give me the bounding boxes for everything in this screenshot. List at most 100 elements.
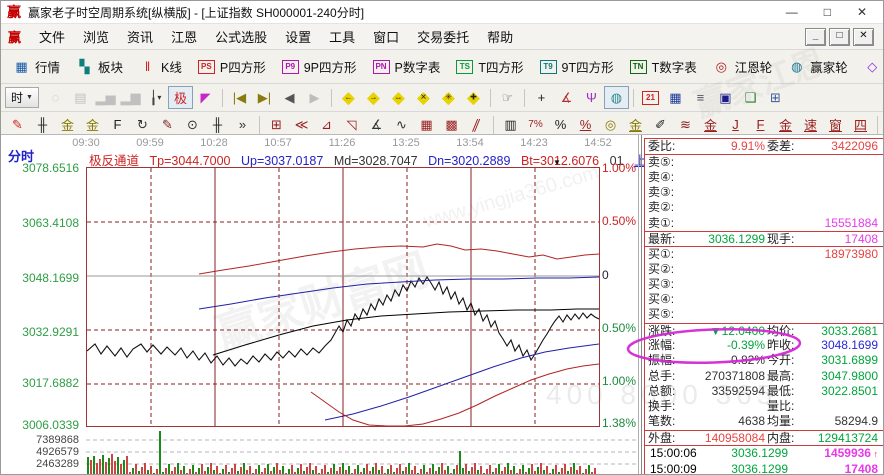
t-number-table-button[interactable]: TNT数字表 [622, 55, 705, 78]
red-grid-1[interactable]: ▦ [414, 113, 439, 136]
percent-line-tool[interactable]: % [573, 113, 598, 136]
gold-red-tool[interactable]: 金 [698, 113, 723, 136]
notes-button[interactable]: ≡ [688, 86, 713, 109]
brush-tool[interactable]: ✐ [648, 113, 673, 136]
menu-item-1[interactable]: 浏览 [74, 28, 118, 47]
gann-window-line[interactable]: 窗 [823, 113, 848, 136]
window-maximize-button[interactable]: □ [824, 2, 831, 22]
gold-circle-tool[interactable]: ◎ [598, 113, 623, 136]
grid-plain-tool[interactable]: ╫ [205, 113, 230, 136]
diamond-star-button[interactable]: ◆✳ [436, 86, 461, 109]
menu-item-9[interactable]: 帮助 [478, 28, 522, 47]
diamond-left-button[interactable]: ◆← [336, 86, 361, 109]
red-grid-1-icon: ▦ [420, 117, 432, 133]
pen-chart-tool[interactable]: ✎ [155, 113, 180, 136]
menu-item-5[interactable]: 设置 [276, 28, 320, 47]
print-button[interactable]: ⊞ [763, 86, 788, 109]
gann-f-line[interactable]: F [748, 113, 773, 136]
diamond-right-button[interactable]: ◆→ [361, 86, 386, 109]
candle-period-button[interactable]: ╽▾ [143, 86, 168, 109]
percent-tool[interactable]: % [548, 113, 573, 136]
gann-wheel-button[interactable]: ◎江恩轮 [705, 55, 781, 78]
child-minimize-button[interactable]: _ [805, 28, 826, 46]
clipboard-icon: ▤ [68, 86, 93, 109]
box-rays-tool[interactable]: ⊿ [314, 113, 339, 136]
chart-canvas[interactable] [86, 167, 600, 427]
p-square-button[interactable]: PSP四方形 [190, 55, 274, 78]
color-chart-icon-icon: ◤ [200, 90, 210, 106]
sectors-button[interactable]: ▚板块 [68, 55, 131, 78]
9p-square-button[interactable]: P99P四方形 [274, 55, 365, 78]
pane-divider[interactable] [638, 135, 639, 475]
volume-pane[interactable] [86, 430, 638, 475]
gann-four-line[interactable]: 四 [848, 113, 873, 136]
gann-gold-line[interactable]: 金 [773, 113, 798, 136]
series-bt-line [311, 364, 599, 426]
brain-tool-button[interactable]: ◍ [604, 86, 629, 109]
hand-tool-button[interactable]: ☞ [495, 86, 520, 109]
nav-prev-button[interactable]: ◀ [277, 86, 302, 109]
gann-gold-grid-2[interactable]: 金 [80, 113, 105, 136]
nav-next-button[interactable]: ▶ [302, 86, 327, 109]
trend-angle-tool[interactable]: ∡ [364, 113, 389, 136]
gann-grid-tool[interactable]: ╫ [30, 113, 55, 136]
box-tool[interactable]: ⊞ [264, 113, 289, 136]
window-minimize-button[interactable]: — [786, 2, 798, 22]
menu-item-4[interactable]: 公式选股 [206, 28, 276, 47]
angle-tool-button[interactable]: ∡ [554, 86, 579, 109]
gann-j-line[interactable]: J [723, 113, 748, 136]
color-chart-icon[interactable]: ◤ [193, 86, 218, 109]
diamond-lr-button[interactable]: ◆↔ [386, 86, 411, 109]
calculator-button[interactable]: ▦ [663, 86, 688, 109]
menu-item-0[interactable]: 文件 [30, 28, 74, 47]
menu-item-7[interactable]: 窗口 [364, 28, 408, 47]
volume-axis-label: 2463289 [1, 458, 79, 470]
menu-item-2[interactable]: 资讯 [118, 28, 162, 47]
pen-tool[interactable]: ✎ [5, 113, 30, 136]
box-fan-tool[interactable]: ◹ [339, 113, 364, 136]
gann-f-grid[interactable]: F [105, 113, 130, 136]
brain-tool-icon: ◍ [611, 90, 622, 106]
bar-stats-tool[interactable]: ▥ [498, 113, 523, 136]
diamond-arrow-glyph: ↔ [394, 93, 402, 101]
diamond-plus-button[interactable]: ◆✚ [461, 86, 486, 109]
menu-item-8[interactable]: 交易委托 [408, 28, 478, 47]
hexagon-button[interactable]: ◇六角形 [856, 55, 884, 78]
child-close-button[interactable]: ✕ [853, 28, 874, 46]
menu-item-3[interactable]: 江恩 [162, 28, 206, 47]
calendar-button[interactable]: 21 [638, 86, 663, 109]
gann-gold-grid-1[interactable]: 金 [55, 113, 80, 136]
spiral-tool[interactable]: ↻ [130, 113, 155, 136]
t-square-button[interactable]: TST四方形 [448, 55, 531, 78]
child-restore-button[interactable]: □ [829, 28, 850, 46]
nav-first-button[interactable]: |◀ [227, 86, 252, 109]
wave-tool[interactable]: ≋ [673, 113, 698, 136]
grabber-tool-button[interactable]: Ψ [579, 86, 604, 109]
menu-item-6[interactable]: 工具 [320, 28, 364, 47]
v-wave-tool[interactable]: ∿ [389, 113, 414, 136]
rays-tool[interactable]: ≪ [289, 113, 314, 136]
diamond-cross-button[interactable]: ◆✕ [411, 86, 436, 109]
winner-wheel-button[interactable]: ◍赢家轮 [780, 55, 856, 78]
p-number-table-button[interactable]: PNP数字表 [365, 55, 449, 78]
kline-button[interactable]: ‖K线 [131, 55, 190, 78]
gann-speed-line[interactable]: 速 [798, 113, 823, 136]
nav-last-button[interactable]: ▶| [252, 86, 277, 109]
gold-line-tool[interactable]: 金 [623, 113, 648, 136]
clock-cycle-tool[interactable]: ⊙ [180, 113, 205, 136]
quotes-button[interactable]: ▦行情 [5, 55, 68, 78]
window-title: 赢家老子时空周期系统[纵横版] - [上证指数 SH000001-240分时] [28, 4, 364, 21]
copy-window-button[interactable]: ❏ [738, 86, 763, 109]
crosshair-tool-button[interactable]: + [529, 86, 554, 109]
red-grid-2[interactable]: ▩ [439, 113, 464, 136]
percent7-tool[interactable]: 7% [523, 113, 548, 136]
extreme-reversal-button[interactable]: 极 [168, 86, 193, 109]
period-button[interactable]: 时▼ [5, 87, 39, 108]
quote-label: 买⑤: [648, 307, 698, 322]
diag-lines-tool[interactable]: ∥ [464, 113, 489, 136]
9t-square-button[interactable]: T99T四方形 [532, 55, 622, 78]
window-close-button[interactable]: ✕ [857, 2, 867, 22]
expand-more[interactable]: » [230, 113, 255, 136]
save-button[interactable]: ▣ [713, 86, 738, 109]
quote-label-2: 委差: [767, 139, 811, 154]
